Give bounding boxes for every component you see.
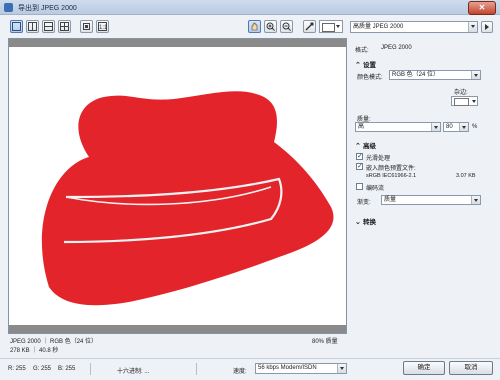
one-to-one-icon: 1:1 (98, 22, 107, 31)
quality-select[interactable]: 高 (355, 122, 441, 132)
encode-stream-checkbox[interactable] (356, 183, 363, 190)
zoom-in-icon (266, 22, 275, 31)
matte-color-picker[interactable] (451, 96, 478, 106)
color-swatch-dropdown[interactable] (319, 20, 343, 33)
color-mode-value: RGB 色（24 位） (392, 72, 440, 78)
color-mode-label: 颜色模式: (357, 75, 383, 81)
matte-swatch (454, 98, 469, 106)
pan-hand-icon (251, 22, 258, 31)
red-readout: R: 255 (8, 366, 26, 372)
split-horizontal-button[interactable] (42, 20, 55, 33)
format-value: JPEG 2000 (381, 45, 412, 51)
preset-options-button[interactable] (481, 21, 493, 33)
chevron-down-icon (336, 25, 340, 28)
chevron-up-icon: ⌃ (355, 62, 361, 69)
image-preview[interactable] (8, 38, 347, 334)
chevron-down-icon (431, 123, 440, 131)
chevron-down-icon (468, 22, 477, 32)
close-button[interactable]: ✕ (468, 1, 496, 15)
split-vertical-button[interactable] (26, 20, 39, 33)
smooth-label: 光滑处理 (366, 156, 391, 162)
title-bar: 导出到 JPEG 2000 ✕ (0, 0, 500, 15)
preview-top-border (9, 39, 346, 47)
fit-icon (83, 23, 90, 30)
advanced-section-header[interactable]: ⌃ 高级 (355, 140, 376, 150)
chevron-up-icon: ⌃ (355, 143, 361, 150)
size-info: 278 KB ｜ 40.8 秒 (10, 348, 59, 354)
green-readout: G: 255 (33, 366, 52, 372)
chevron-down-icon (471, 71, 480, 79)
gradient-select[interactable]: 质量 (381, 195, 481, 205)
status-divider (196, 363, 197, 375)
app-icon (4, 3, 13, 12)
cancel-button[interactable]: 取消 (449, 361, 493, 375)
gradient-value: 质量 (384, 197, 397, 203)
profile-size: 3.07 KB (456, 173, 476, 179)
quality-unit: % (472, 124, 478, 130)
speed-value: 56 kbps Modem/ISDN (258, 365, 317, 371)
quality-number-input[interactable]: 80 (443, 122, 469, 132)
preset-value: 高质量 JPEG 2000 (353, 24, 404, 30)
speed-select[interactable]: 56 kbps Modem/ISDN (255, 363, 347, 374)
window-title: 导出到 JPEG 2000 (18, 5, 77, 12)
chevron-down-icon (471, 196, 480, 204)
profile-name: sRGB IEC61966-2.1 (366, 173, 417, 179)
eyedropper-button[interactable] (303, 20, 316, 33)
hex-readout: 十六进制: ... (117, 369, 150, 375)
quality-info: 80% 质量 (312, 339, 338, 345)
zoom-out-button[interactable] (280, 20, 293, 33)
status-divider (90, 363, 91, 375)
svg-text:1:1: 1:1 (99, 25, 107, 31)
gradient-label: 渐变: (357, 200, 371, 206)
quad-view-button[interactable] (58, 20, 71, 33)
eyedropper-icon (305, 22, 314, 31)
one-to-one-button[interactable]: 1:1 (96, 20, 109, 33)
zoom-in-button[interactable] (264, 20, 277, 33)
format-label: 格式: (355, 48, 369, 54)
preset-select[interactable]: 高质量 JPEG 2000 (350, 21, 478, 33)
chevron-down-icon (472, 100, 476, 103)
single-view-icon (12, 22, 21, 31)
quad-view-icon (60, 22, 69, 31)
red-hat-image (41, 91, 334, 306)
transform-section-header[interactable]: ⌄ 转换 (355, 216, 376, 226)
chevron-down-icon (337, 364, 346, 373)
blue-readout: B: 255 (58, 366, 76, 372)
fit-button[interactable] (80, 20, 93, 33)
quality-number-value: 80 (446, 124, 453, 130)
embed-profile-label: 嵌入颜色预置文件: (366, 166, 416, 172)
single-view-button[interactable] (10, 20, 23, 33)
chevron-down-icon: ⌄ (355, 219, 361, 226)
color-mode-select[interactable]: RGB 色（24 位） (389, 70, 481, 80)
speed-label: 速度: (233, 369, 247, 375)
chevron-down-icon (459, 123, 468, 131)
zoom-out-icon (282, 22, 291, 31)
quality-value: 高 (358, 124, 365, 130)
settings-section-header[interactable]: ⌃ 设置 (355, 59, 376, 69)
chevron-right-icon (485, 24, 489, 30)
settings-panel: 格式: JPEG 2000 ⌃ 设置 颜色模式: RGB 色（24 位） 杂边: … (351, 36, 493, 356)
color-swatch (322, 23, 335, 32)
preview-bottom-border (9, 325, 346, 333)
ok-button[interactable]: 确定 (403, 361, 445, 375)
pan-tool-button[interactable] (248, 20, 261, 33)
split-horizontal-icon (44, 22, 53, 31)
embed-profile-checkbox[interactable] (356, 162, 363, 170)
format-info: JPEG 2000 ｜ RGB 色（24 位） (10, 339, 98, 345)
split-vertical-icon (28, 22, 37, 31)
matte-label: 杂边: (454, 90, 468, 96)
smooth-checkbox[interactable] (356, 152, 363, 160)
encode-stream-label: 编码流 (366, 186, 385, 192)
